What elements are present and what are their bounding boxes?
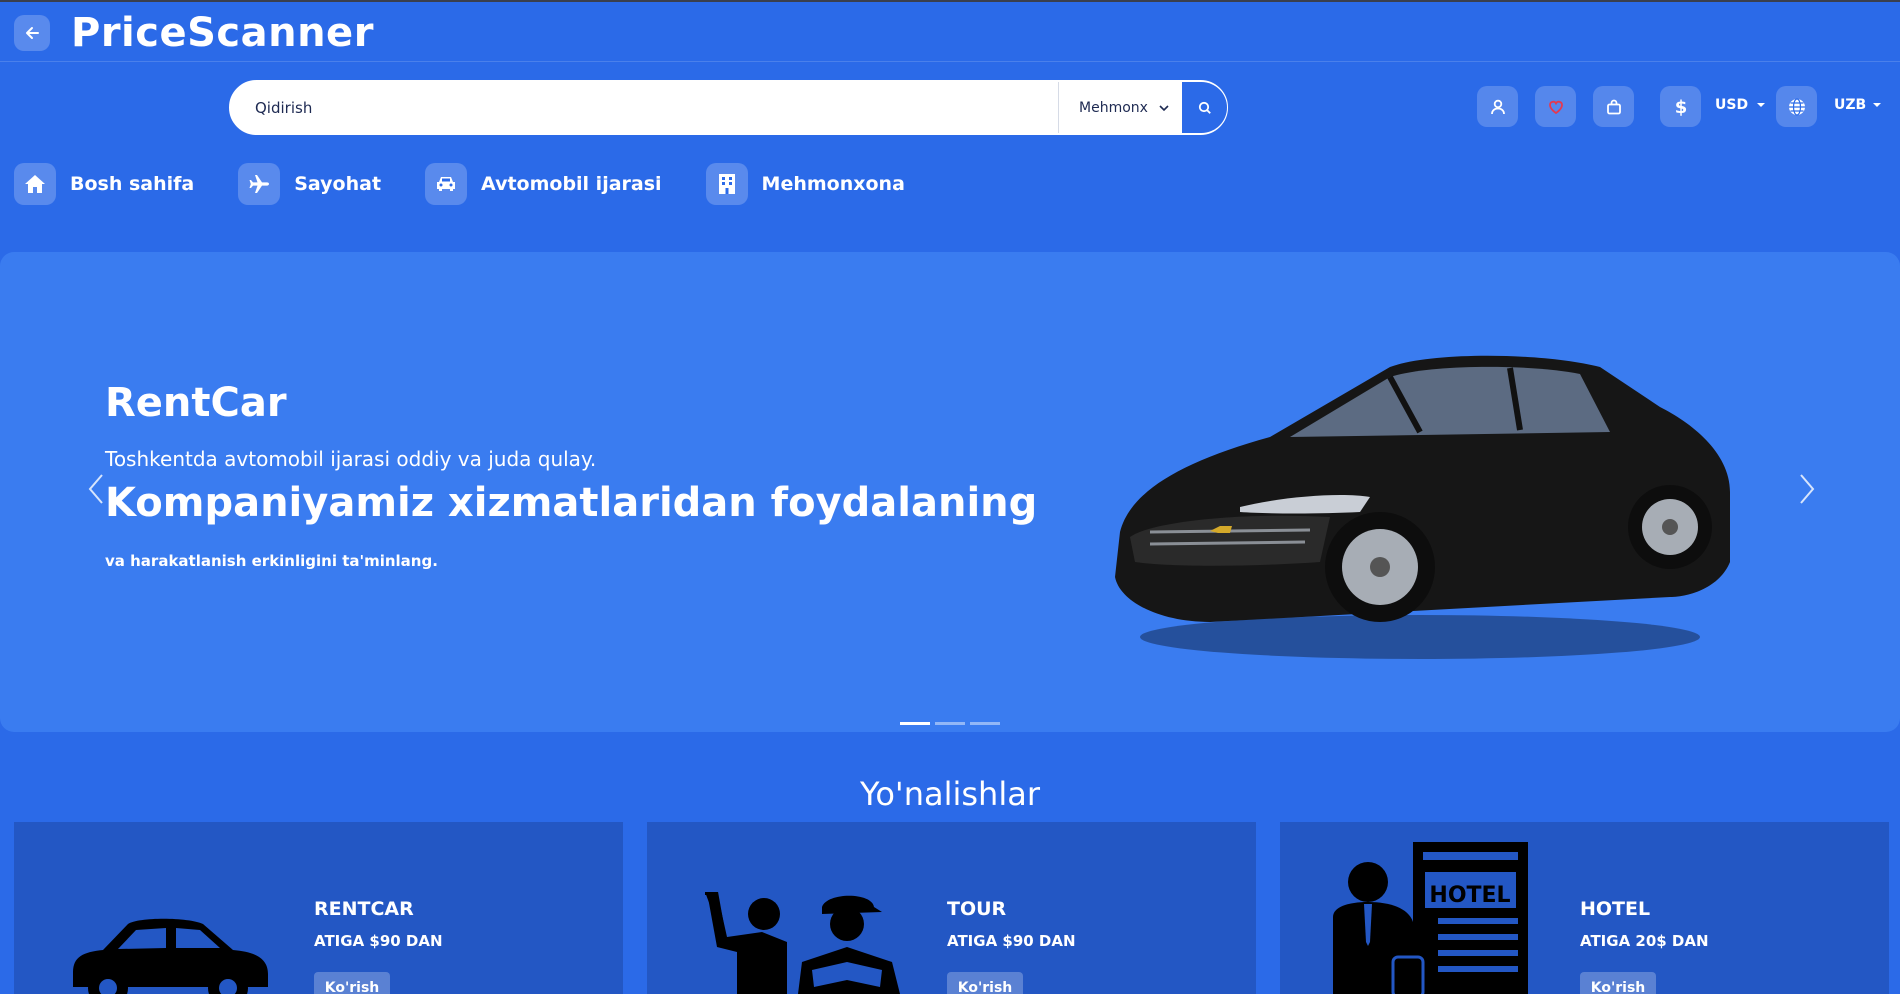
hero-tagline: va harakatlanish erkinligini ta'minlang. <box>105 552 438 570</box>
nav-item-travel[interactable]: Sayohat <box>238 163 425 205</box>
nav-label: Avtomobil ijarasi <box>481 173 662 195</box>
search-button[interactable] <box>1182 82 1227 133</box>
hero-title: RentCar <box>105 380 287 426</box>
nav-label: Sayohat <box>294 173 382 195</box>
section-title: Yo'nalishlar <box>860 775 1040 813</box>
carousel-dot-2[interactable] <box>935 722 965 725</box>
carousel-dot-3[interactable] <box>970 722 1000 725</box>
hero-carousel: RentCar Toshkentda avtomobil ijarasi odd… <box>0 252 1900 732</box>
hotel-icon: HOTEL <box>1333 842 1528 994</box>
hotel-sign: HOTEL <box>1429 883 1510 908</box>
carousel-prev-icon[interactable] <box>86 472 106 506</box>
account-button[interactable] <box>1477 86 1518 127</box>
language-caret-icon[interactable] <box>1872 100 1882 110</box>
brand-logo[interactable]: PriceScanner <box>71 10 374 56</box>
currency-caret-icon[interactable] <box>1756 100 1766 110</box>
nav-label: Bosh sahifa <box>70 173 195 195</box>
search-category-select[interactable]: Mehmonx <box>1058 82 1182 133</box>
cart-button[interactable] <box>1593 86 1634 127</box>
view-button[interactable]: Ko'rish <box>947 972 1023 994</box>
card-price: ATIGA 20$ DAN <box>1580 932 1709 950</box>
carousel-dot-1[interactable] <box>900 722 930 725</box>
search-category-label: Mehmonx <box>1079 99 1148 116</box>
heart-icon <box>1548 100 1563 114</box>
main-nav: Bosh sahifa Sayohat Avtomobil ijarasi Me… <box>14 163 949 205</box>
destination-card-rentcar[interactable]: RENTCAR ATIGA $90 DAN Ko'rish <box>14 822 623 994</box>
hero-headline: Kompaniyamiz xizmatlaridan foydalaning <box>105 480 1038 526</box>
top-bar: PriceScanner <box>0 0 1900 62</box>
car-icon <box>425 163 468 205</box>
tourists-icon <box>705 892 900 994</box>
carousel-next-icon[interactable] <box>1797 472 1817 506</box>
nav-item-home[interactable]: Bosh sahifa <box>14 163 238 205</box>
view-button[interactable]: Ko'rish <box>314 972 390 994</box>
hero-subtitle: Toshkentda avtomobil ijarasi oddiy va ju… <box>105 447 597 471</box>
card-title: TOUR <box>947 898 1007 920</box>
language-button[interactable] <box>1776 86 1817 127</box>
globe-icon <box>1788 97 1805 116</box>
language-label[interactable]: UZB <box>1834 97 1866 113</box>
chevron-down-icon <box>1159 104 1169 111</box>
card-title: RENTCAR <box>314 898 414 920</box>
home-icon <box>14 163 56 205</box>
card-price: ATIGA $90 DAN <box>314 932 443 950</box>
arrow-left-icon <box>26 27 39 39</box>
search-bar: Mehmonx <box>229 80 1228 135</box>
card-price: ATIGA $90 DAN <box>947 932 1076 950</box>
nav-label: Mehmonxona <box>761 173 905 195</box>
search-icon <box>1198 101 1211 114</box>
nav-item-hotel[interactable]: Mehmonxona <box>705 163 949 205</box>
card-title: HOTEL <box>1580 898 1651 920</box>
user-icon <box>1490 99 1505 114</box>
currency-label[interactable]: USD <box>1715 97 1748 113</box>
nav-item-car-rental[interactable]: Avtomobil ijarasi <box>425 163 706 205</box>
carousel-indicators <box>900 722 1000 725</box>
svg-text:$: $ <box>1674 97 1687 117</box>
dollar-icon: $ <box>1674 97 1687 117</box>
currency-button[interactable]: $ <box>1660 86 1701 127</box>
favorites-button[interactable] <box>1535 86 1576 127</box>
building-icon <box>705 163 748 205</box>
destination-card-hotel[interactable]: HOTEL HOTEL ATIGA 20$ DAN Ko'rish <box>1280 822 1889 994</box>
back-button[interactable] <box>14 15 50 51</box>
view-button[interactable]: Ko'rish <box>1580 972 1656 994</box>
destination-card-tour[interactable]: TOUR ATIGA $90 DAN Ko'rish <box>647 822 1256 994</box>
shopping-bag-icon <box>1606 99 1621 114</box>
plane-icon <box>238 163 281 205</box>
search-input[interactable] <box>231 82 1058 133</box>
car-icon <box>73 918 268 994</box>
car-image <box>1115 355 1730 659</box>
